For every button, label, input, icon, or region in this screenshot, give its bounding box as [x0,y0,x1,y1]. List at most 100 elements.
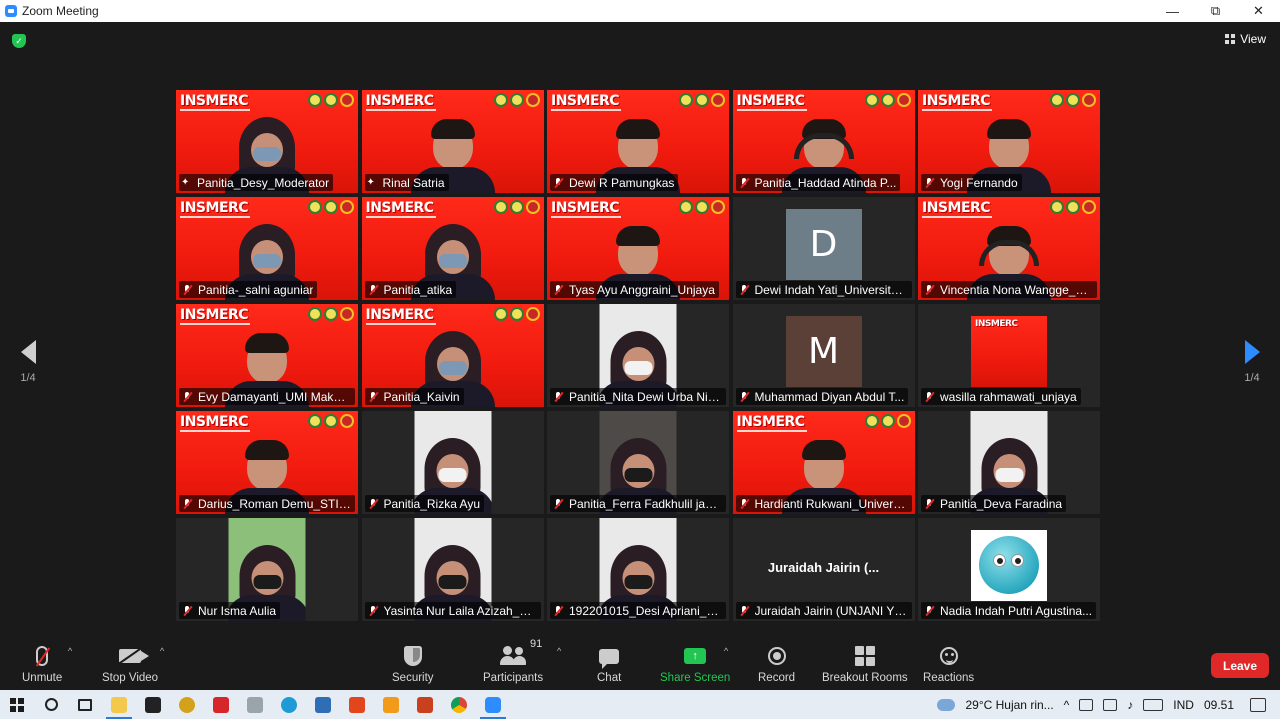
task-view-button[interactable] [68,690,102,719]
participant-tile[interactable]: Yasinta Nur Laila Azizah_Un... [361,518,544,621]
weather-cloud-icon [937,698,956,711]
banner-subtitle-line [922,109,992,111]
minimize-button[interactable]: — [1151,0,1194,22]
taskbar-sticky-notes[interactable] [136,690,170,719]
page-indicator-left: 1/4 [20,372,36,384]
taskbar-app-tool[interactable] [170,690,204,719]
reactions-button[interactable]: Reactions [923,642,974,684]
participant-tile[interactable]: INSMERC Panitia_Haddad Atinda P... [732,90,915,193]
start-button[interactable] [0,690,34,719]
share-options-caret-icon[interactable]: ^ [724,646,728,656]
breakout-rooms-button[interactable]: Breakout Rooms [822,642,908,684]
chevron-up-icon[interactable]: ^ [1064,698,1070,712]
chat-button[interactable]: Chat [597,642,621,684]
participant-tile[interactable]: INSMERC Tyas Ayu Anggraini_Unjaya [547,197,729,300]
volume-icon[interactable]: ♪ [1127,698,1133,712]
participant-name-label: Tyas Ayu Anggraini_Unjaya [550,281,719,298]
muted-mic-icon [552,605,564,617]
muted-mic-icon [738,605,750,617]
clock-time[interactable]: 09.51 [1204,698,1234,712]
restore-button[interactable]: ⧉ [1194,0,1237,22]
participant-tile[interactable]: INSMERC Evy Damayanti_UMI Makas... [176,304,358,407]
participant-tile[interactable]: Nur Isma Aulia [176,518,358,621]
participant-tile[interactable]: INSMERC Panitia-_salni aguniar [176,197,358,300]
participant-tile[interactable]: INSMERC Darius_Roman Demu_STIK... [176,411,358,514]
security-button[interactable]: Security [392,642,434,684]
banner-title: INSMERC [736,414,806,430]
taskbar-office[interactable] [340,690,374,719]
encryption-shield-icon[interactable]: ✓ [12,34,26,48]
banner-title: INSMERC [551,200,620,216]
participant-tile[interactable]: INSMERC ✦ Panitia_Desy_Moderator [176,90,358,193]
participant-name: Panitia_Rizka Ayu [383,496,481,511]
battery-icon[interactable] [1079,698,1094,711]
participant-name: wasilla rahmawati_unjaya [940,389,1077,404]
participant-name: Vincentia Nona Wangge_St... [940,282,1093,297]
logo-icon [324,200,338,214]
participant-tile[interactable]: INSMERC Panitia_atika [361,197,544,300]
participant-name: Rinal Satria [382,175,445,190]
participant-tile[interactable]: INSMERC Vincentia Nona Wangge_St... [918,197,1100,300]
pin-icon: ✦ [181,176,190,188]
share-screen-button[interactable]: ↑ Share Screen [660,642,730,684]
sticky-notes-icon [145,696,161,713]
taskbar-app-orange[interactable] [374,690,408,719]
participant-tile[interactable]: Panitia_Nita Dewi Urba Nid... [547,304,729,407]
participant-tile[interactable]: INSMERC Dewi R Pamungkas [547,90,729,193]
stop-video-button[interactable]: Stop Video [102,642,158,684]
participant-tile[interactable]: INSMERC Yogi Fernando [918,90,1100,193]
security-shield-icon [403,646,422,666]
unmute-label: Unmute [22,672,63,684]
unmute-button[interactable]: Unmute [22,642,62,684]
taskbar-edge[interactable] [272,690,306,719]
search-button[interactable] [34,690,68,719]
participant-tile[interactable]: M Muhammad Diyan Abdul T... [732,304,915,407]
banner-logos [493,307,540,321]
notifications-icon[interactable] [1250,697,1266,712]
participant-tile[interactable]: D Dewi Indah Yati_Universitas... [732,197,915,300]
close-button[interactable]: ✕ [1237,0,1280,22]
muted-mic-icon [923,284,935,296]
weather-text[interactable]: 29°C Hujan rin... [965,698,1053,712]
participants-button[interactable]: 91 Participants [483,638,543,684]
participant-tile[interactable]: Juraidah Jairin (... Juraidah Jairin (UNJ… [732,518,915,621]
audio-options-caret-icon[interactable]: ^ [68,646,72,656]
participants-caret-icon[interactable]: ^ [557,646,561,656]
taskbar-acrobat[interactable] [204,690,238,719]
taskbar-powerpoint[interactable] [408,690,442,719]
muted-mic-icon [367,391,379,403]
banner-title: INSMERC [922,200,991,216]
video-options-caret-icon[interactable]: ^ [160,646,164,656]
participant-name-label: Muhammad Diyan Abdul T... [735,388,909,405]
language-indicator[interactable]: IND [1173,698,1194,712]
logo-icon [1050,200,1064,214]
taskbar-photos[interactable] [306,690,340,719]
participant-tile[interactable]: INSMERC Panitia_Kaivin [361,304,544,407]
participant-tile[interactable]: Nadia Indah Putri Agustina... [918,518,1100,621]
banner-title: INSMERC [365,200,435,216]
view-button[interactable]: View [1225,32,1266,46]
next-page-button[interactable]: 1/4 [1237,340,1267,384]
participant-name: Muhammad Diyan Abdul T... [754,389,905,404]
logo-icon [308,414,322,428]
participant-tile[interactable]: Panitia_Rizka Ayu [361,411,544,514]
participant-tile[interactable]: INSMERC wasilla rahmawati_unjaya [918,304,1100,407]
taskbar-file-explorer[interactable] [102,690,136,719]
previous-page-button[interactable]: 1/4 [13,340,43,384]
taskbar-chrome[interactable] [442,690,476,719]
windows-logo-icon [10,697,24,712]
participant-tile[interactable]: Panitia_Ferra Fadkhulil jann... [547,411,729,514]
right-arrow-icon [1244,340,1260,364]
taskbar-zoom[interactable] [476,690,510,719]
leave-button[interactable]: Leave [1211,653,1269,678]
participant-tile[interactable]: 192201015_Desi Apriani_U... [547,518,729,621]
taskbar-calculator[interactable] [238,690,272,719]
record-button[interactable]: Record [758,642,795,684]
participant-display-name: Juraidah Jairin (... [767,560,880,575]
participant-tile[interactable]: INSMERC Hardianti Rukwani_Universi... [732,411,915,514]
participant-tile[interactable]: Panitia_Deva Faradina [918,411,1100,514]
banner-title: INSMERC [180,307,249,323]
participant-tile[interactable]: INSMERC ✦ Rinal Satria [361,90,544,193]
keyboard-icon[interactable] [1143,698,1164,711]
network-icon[interactable] [1103,698,1118,711]
